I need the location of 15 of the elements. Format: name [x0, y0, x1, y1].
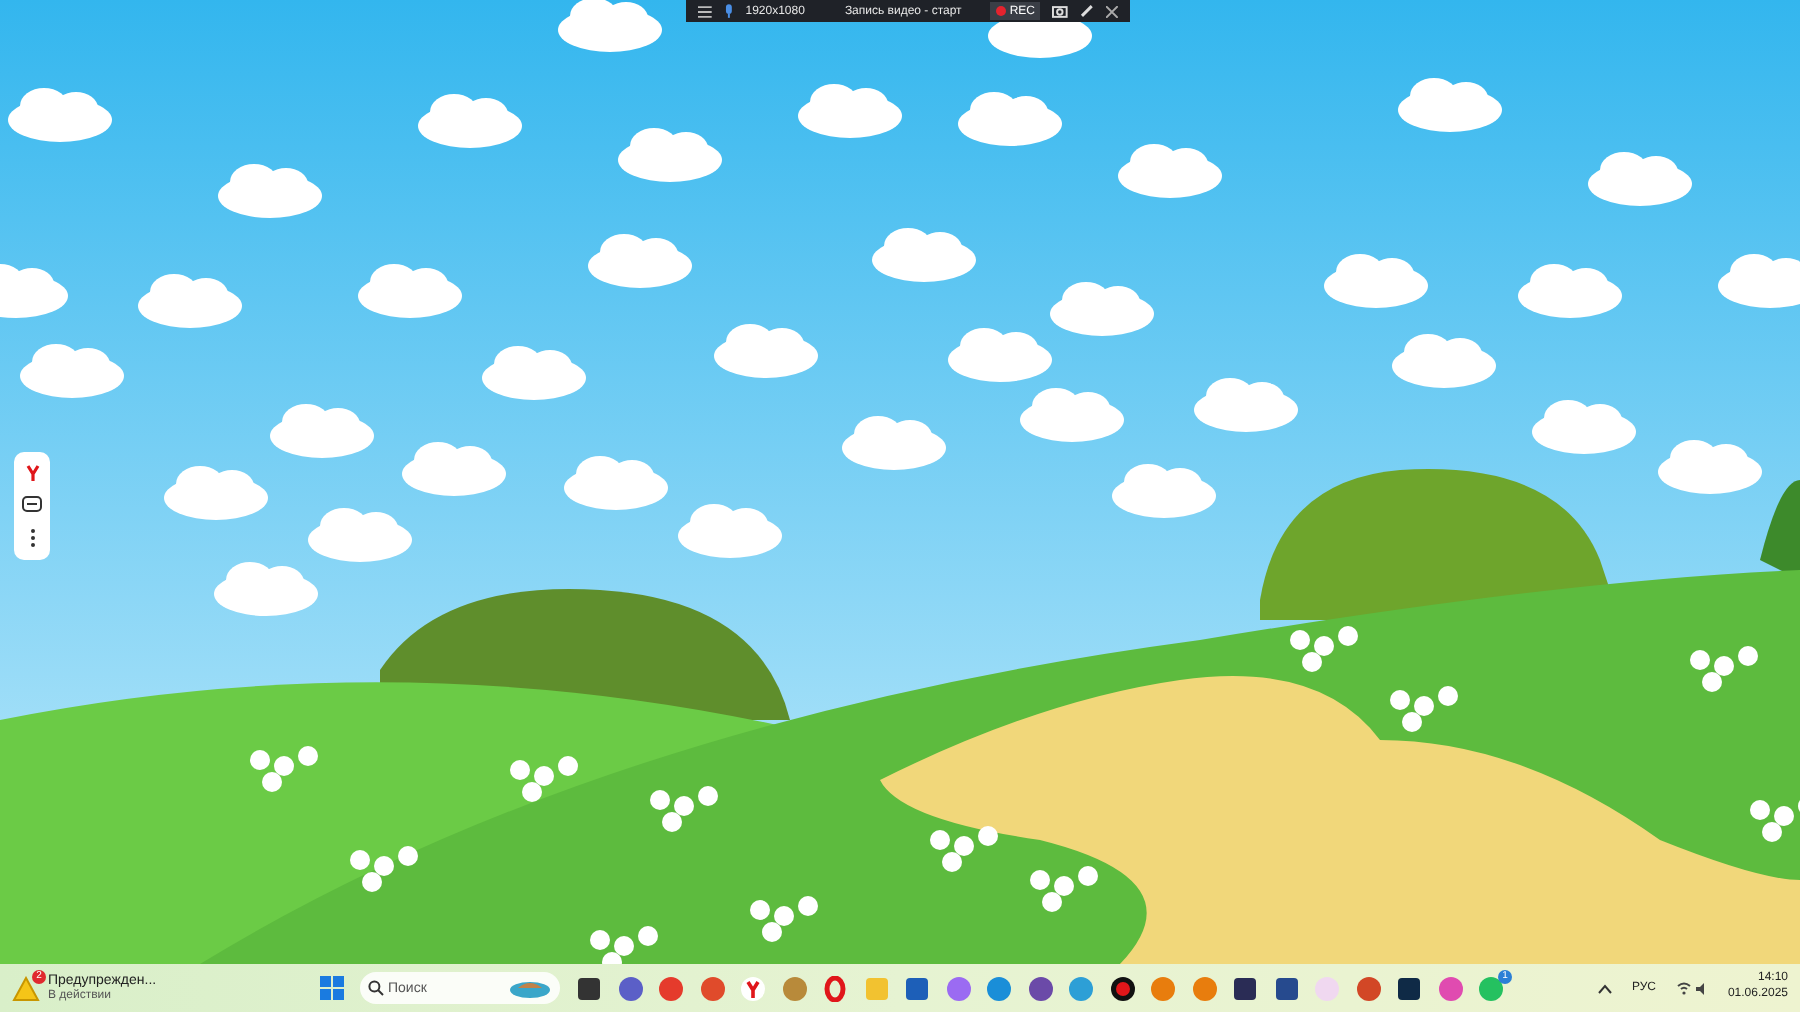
windows-icon[interactable]: [320, 976, 344, 1000]
wifi-volume-icon[interactable]: [1675, 981, 1708, 995]
warning-icon[interactable]: [12, 975, 40, 1001]
close-icon[interactable]: [1106, 5, 1118, 17]
record-icon[interactable]: [1109, 975, 1135, 1001]
search-icon: [368, 980, 384, 996]
chevron-up-icon[interactable]: [1597, 983, 1612, 993]
menu-icon[interactable]: [698, 5, 712, 17]
pencil-icon[interactable]: [1080, 4, 1095, 18]
ring-icon[interactable]: [822, 975, 848, 1001]
camera-icon[interactable]: [1052, 4, 1069, 18]
more-icon[interactable]: [29, 528, 35, 549]
boat-icon: [508, 976, 552, 1000]
record-dot-icon: [995, 6, 1006, 16]
microphone-icon[interactable]: [723, 4, 734, 18]
